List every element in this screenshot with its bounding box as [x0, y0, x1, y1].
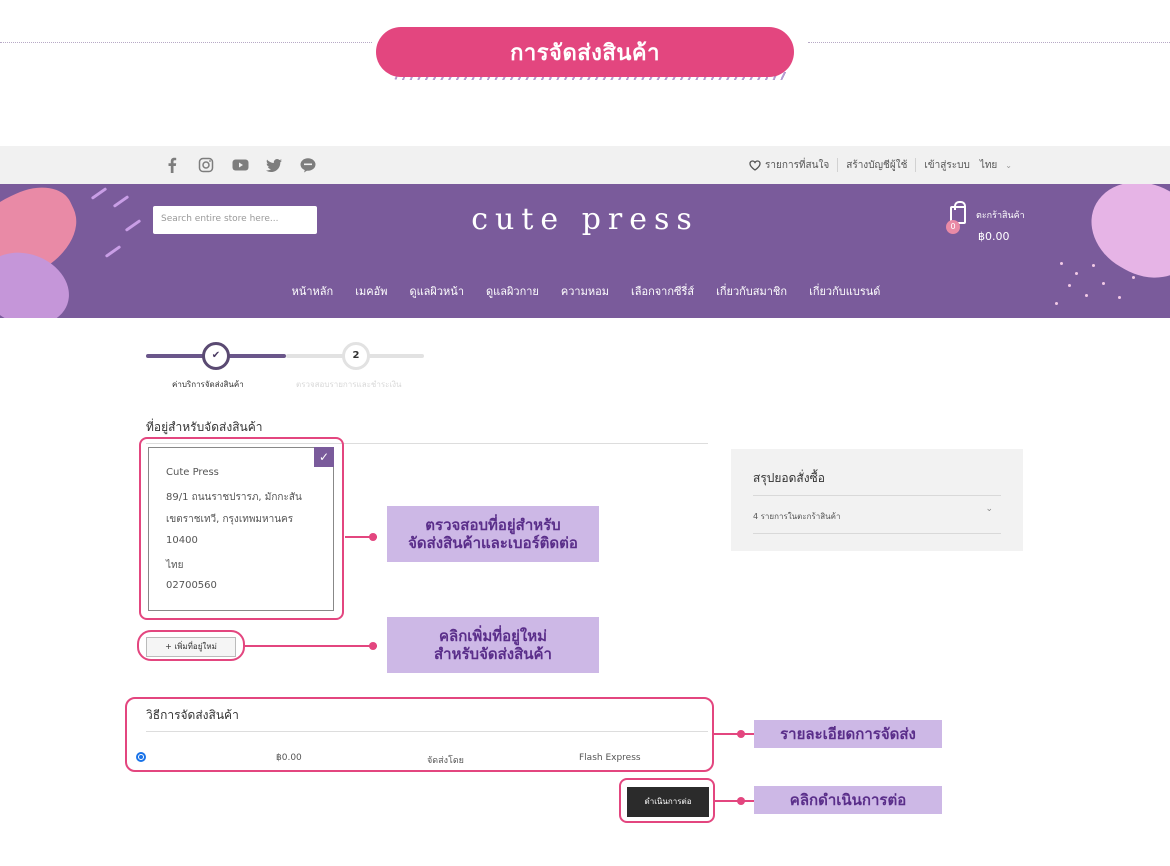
language-select[interactable]: ไทย ⌄	[980, 158, 1012, 173]
callout-dot	[369, 533, 377, 541]
twitter-icon[interactable]	[264, 155, 284, 175]
callout-dot	[737, 797, 745, 805]
main-nav: หน้าหลัก เมคอัพ ดูแลผิวหน้า ดูแลผิวกาย ค…	[0, 282, 1170, 300]
decorative-leaf	[1074, 184, 1170, 296]
decorative-dash	[90, 187, 108, 200]
step2-label: ตรวจสอบรายการและชำระเงิน	[296, 380, 402, 389]
callout-connector	[245, 645, 377, 647]
callout-check-address: ตรวจสอบที่อยู่สำหรับ จัดส่งสินค้าและเบอร…	[387, 506, 599, 562]
order-summary: สรุปยอดสั่งซื้อ 4 รายการในตะกร้าสินค้า ⌄	[731, 449, 1023, 551]
callout-dot	[369, 642, 377, 650]
site-header: Search entire store here... cute press 0…	[0, 184, 1170, 318]
chevron-down-icon: ⌄	[1005, 160, 1012, 170]
cart-widget[interactable]: 0 ตะกร้าสินค้า ฿0.00	[946, 201, 1036, 246]
highlight-add-address	[137, 630, 245, 661]
wishlist-link[interactable]: รายการที่สนใจ	[749, 158, 829, 173]
nav-item-face-care[interactable]: ดูแลผิวหน้า	[409, 282, 464, 300]
create-account-link[interactable]: สร้างบัญชีผู้ใช้	[846, 158, 907, 173]
decorative-dot	[1075, 272, 1078, 275]
language-label: ไทย	[979, 159, 998, 171]
step1-label: ค่าบริการจัดส่งสินค้า	[172, 380, 244, 389]
facebook-icon[interactable]	[162, 155, 182, 175]
divider	[915, 158, 917, 172]
youtube-icon[interactable]	[230, 155, 250, 175]
account-links: รายการที่สนใจ สร้างบัญชีผู้ใช้ เข้าสู่ระ…	[749, 146, 1012, 184]
cart-label: ตะกร้าสินค้า	[976, 211, 1025, 221]
highlight-address-card	[139, 437, 344, 620]
cart-total: ฿0.00	[978, 230, 1010, 243]
nav-item-fragrance[interactable]: ความหอม	[561, 282, 609, 300]
cart-items-count[interactable]: 4 รายการในตะกร้าสินค้า	[753, 510, 840, 523]
tutorial-page: การจัดส่งสินค้า รายการที่สนใจ สร้างบัญชี…	[0, 0, 1170, 866]
page-title-banner: การจัดส่งสินค้า	[376, 27, 794, 77]
nav-item-body-care[interactable]: ดูแลผิวกาย	[486, 282, 539, 300]
top-utility-bar: รายการที่สนใจ สร้างบัญชีผู้ใช้ เข้าสู่ระ…	[0, 146, 1170, 184]
step1-checkmark-icon: ✔	[202, 342, 230, 370]
nav-item-home[interactable]: หน้าหลัก	[292, 282, 334, 300]
divider	[837, 158, 839, 172]
order-summary-title: สรุปยอดสั่งซื้อ	[753, 471, 825, 485]
decorative-dot	[1060, 262, 1063, 265]
highlight-continue	[619, 778, 715, 823]
decorative-dot	[1055, 302, 1058, 305]
callout-connector	[715, 800, 754, 802]
callout-shipping-detail: รายละเอียดการจัดส่ง	[754, 720, 942, 748]
callout-connector	[714, 733, 754, 735]
nav-item-makeup[interactable]: เมคอัพ	[355, 282, 387, 300]
decorative-dot	[1132, 276, 1135, 279]
banner-dotted-line-left	[0, 42, 372, 43]
nav-item-series[interactable]: เลือกจากซีรี่ส์	[631, 282, 694, 300]
callout-click-continue: คลิกดำเนินการต่อ	[754, 786, 942, 814]
callout-dot	[737, 730, 745, 738]
chevron-down-icon[interactable]: ⌄	[985, 504, 993, 514]
heart-icon	[749, 159, 761, 171]
line-icon[interactable]	[298, 155, 318, 175]
callout-add-address: คลิกเพิ่มที่อยู่ใหม่ สำหรับจัดส่งสินค้า	[387, 617, 599, 673]
social-links	[162, 155, 318, 175]
divider	[753, 495, 1001, 496]
divider	[753, 533, 1001, 534]
nav-item-about-brand[interactable]: เกี่ยวกับแบรนด์	[809, 282, 880, 300]
instagram-icon[interactable]	[196, 155, 216, 175]
decorative-dash	[104, 245, 122, 258]
cart-count-badge: 0	[946, 220, 960, 234]
highlight-shipping-method	[125, 697, 714, 772]
login-link[interactable]: เข้าสู่ระบบ	[924, 158, 969, 173]
nav-item-membership[interactable]: เกี่ยวกับสมาชิก	[716, 282, 787, 300]
decorative-dot	[1092, 264, 1095, 267]
wishlist-label: รายการที่สนใจ	[765, 159, 830, 171]
banner-dotted-line-right	[808, 42, 1170, 43]
shipping-address-title: ที่อยู่สำหรับจัดส่งสินค้า	[146, 420, 263, 434]
step2-number: 2	[342, 342, 370, 370]
